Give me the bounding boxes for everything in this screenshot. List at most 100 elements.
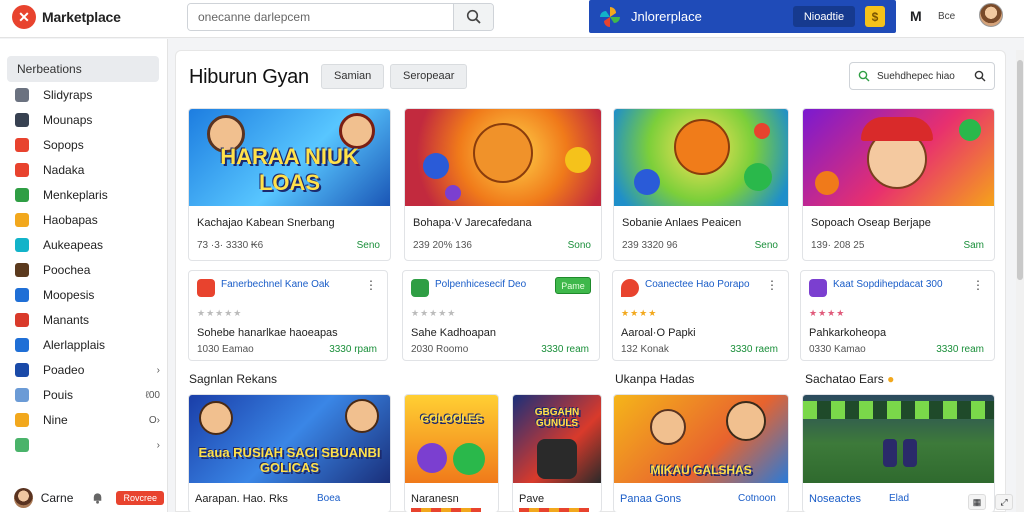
- sidebar-item-icon: [15, 113, 29, 127]
- sidebar-item-label: Poochea: [43, 263, 91, 277]
- sidebar-item[interactable]: Sopops: [15, 134, 160, 156]
- sidebar-item-icon: [15, 288, 29, 302]
- coin-icon: ●: [887, 372, 895, 386]
- sidebar-item[interactable]: Nadaka: [15, 159, 160, 181]
- sidebar-item-icon: [15, 138, 29, 152]
- listing-card[interactable]: Kaat Sopdihepdacat 300 ⋮ ★★★★ Pahkarkohe…: [800, 270, 995, 361]
- game-name: Panaa Gons: [620, 493, 682, 505]
- sidebar-item[interactable]: Menkeplaris: [15, 184, 160, 206]
- listing-title[interactable]: Coanectee Hao Porapo: [645, 279, 775, 291]
- sidebar-item[interactable]: Manants: [15, 309, 160, 331]
- content-search[interactable]: Suehdhepec hiao: [849, 62, 995, 90]
- get-button[interactable]: Pame: [555, 277, 591, 294]
- sidebar-item[interactable]: Moopesis: [15, 284, 160, 306]
- app-icon: [621, 279, 639, 297]
- avatar[interactable]: [979, 3, 1003, 27]
- featured-card[interactable]: HARAA NIUK LOAS Kachajao Kabean Snerbang…: [188, 108, 391, 261]
- sidebar-user[interactable]: Carne Rovcree: [14, 486, 164, 510]
- sidebar-header[interactable]: Nerbeations: [7, 56, 159, 82]
- featured-name: Kachajao Kabean Snerbang: [197, 217, 335, 229]
- sidebar-item[interactable]: Pouis ℓ00: [15, 384, 160, 406]
- featured-price: Sono: [567, 240, 591, 251]
- sidebar-item-icon: [15, 188, 29, 202]
- featured-name: Sobanie Anlaes Peaicen: [622, 217, 742, 229]
- user-label[interactable]: Bce: [938, 11, 955, 22]
- m-logo[interactable]: M: [910, 8, 922, 24]
- search-input[interactable]: [188, 4, 453, 30]
- featured-image: [803, 109, 994, 206]
- promo-banner[interactable]: Jnlorerplace Nioadtie $: [589, 0, 896, 33]
- sidebar-item[interactable]: ›: [15, 434, 160, 456]
- app-icon: [809, 279, 827, 297]
- sidebar-item-icon: [15, 388, 29, 402]
- sidebar-item-label: Alerlapplais: [43, 338, 106, 352]
- more-menu-icon[interactable]: ⋮: [972, 278, 984, 292]
- listing-title[interactable]: Fanerbechnel Kane Oak: [221, 279, 351, 291]
- sidebar-item-icon: [15, 413, 29, 427]
- game-sub: Boea: [317, 493, 341, 504]
- game-name: Naranesn: [411, 493, 459, 505]
- search-button[interactable]: [453, 4, 493, 30]
- sidebar-item[interactable]: Mounaps: [15, 109, 160, 131]
- more-menu-icon[interactable]: ⋮: [365, 278, 377, 292]
- listing-desc: Pahkarkoheopa: [809, 327, 887, 339]
- filter-chip[interactable]: Samian: [321, 64, 385, 89]
- sidebar-item[interactable]: Poochea: [15, 259, 160, 281]
- notification-badge[interactable]: Rovcree: [116, 491, 164, 505]
- game-card[interactable]: GBGAHN GUNULS Pave: [512, 394, 602, 512]
- featured-card[interactable]: Sobanie Anlaes Peaicen 239 3320 96 Seno: [613, 108, 789, 261]
- sidebar: Nerbeations Slidyraps Mounaps Sopops Nadaka…: [0, 39, 168, 512]
- listing-meta: 1030 Eamao: [197, 344, 254, 355]
- sidebar-item-icon: [15, 88, 29, 102]
- game-image: Eaua RUSIAH SACI SBUANBI GOLICAS: [189, 395, 390, 483]
- sidebar-item-icon: [15, 163, 29, 177]
- sidebar-item-label: Poadeo: [43, 363, 85, 377]
- sidebar-item-label: Haobapas: [43, 213, 98, 227]
- more-menu-icon[interactable]: ⋮: [766, 278, 778, 292]
- game-card[interactable]: Noseactes Elad: [802, 394, 995, 512]
- listing-title[interactable]: Kaat Sopdihepdacat 300: [833, 279, 963, 291]
- featured-card[interactable]: Bohapa·V Jarecafedana 239 20% 136 Sono: [404, 108, 602, 261]
- listing-price: 3330 ream: [541, 344, 589, 355]
- featured-image: HARAA NIUK LOAS: [189, 109, 390, 206]
- game-card[interactable]: MIKAU GALSHAS Panaa Gons Cotnoon: [613, 394, 789, 512]
- sidebar-item[interactable]: Haobapas: [15, 209, 160, 231]
- expand-icon[interactable]: ⤢: [995, 494, 1013, 510]
- featured-image: [614, 109, 788, 206]
- scrollbar[interactable]: [1016, 50, 1024, 512]
- listing-card[interactable]: Fanerbechnel Kane Oak ⋮ ★★★★★ Sohebe han…: [188, 270, 388, 361]
- search-icon: [858, 70, 870, 82]
- search-icon: [974, 70, 986, 82]
- game-card[interactable]: Eaua RUSIAH SACI SBUANBI GOLICAS Aarapan…: [188, 394, 391, 512]
- grid-icon[interactable]: ▦: [968, 494, 986, 510]
- scroll-thumb[interactable]: [1017, 60, 1023, 280]
- logo-icon: ✕: [12, 5, 36, 29]
- sidebar-item-icon: [15, 213, 29, 227]
- color-strip: [519, 508, 589, 512]
- sidebar-item-icon: [15, 438, 29, 452]
- bell-icon[interactable]: [91, 491, 104, 505]
- sidebar-item[interactable]: Alerlapplais: [15, 334, 160, 356]
- app-logo[interactable]: ✕ Marketplace: [12, 5, 121, 29]
- promo-button[interactable]: Nioadtie: [793, 6, 855, 27]
- sidebar-item[interactable]: Slidyraps: [15, 84, 160, 106]
- sidebar-item[interactable]: Poadeo ›: [15, 359, 160, 381]
- filter-chip[interactable]: Seropeaar: [390, 64, 468, 89]
- sidebar-item[interactable]: Aukeapeas: [15, 234, 160, 256]
- sidebar-item[interactable]: Nine O›: [15, 409, 160, 431]
- featured-meta: 139· 208 25: [811, 240, 865, 251]
- sidebar-item-icon: [15, 338, 29, 352]
- listing-card[interactable]: Polpenhicesecif Deo Pame ★★★★★ Sahe Kadh…: [402, 270, 600, 361]
- main-panel: Hiburun Gyan Samian Seropeaar Suehdhepec…: [175, 50, 1006, 512]
- listing-title[interactable]: Polpenhicesecif Deo: [435, 279, 565, 291]
- sidebar-item-label: Nine: [43, 413, 68, 427]
- featured-price: Seno: [356, 240, 380, 251]
- listing-meta: 132 Konak: [621, 344, 669, 355]
- listing-card[interactable]: Coanectee Hao Porapo ⋮ ★★★★ Aaroal·O Pap…: [612, 270, 789, 361]
- game-card[interactable]: GOLOOLES Naranesn: [404, 394, 499, 512]
- featured-card[interactable]: Sopoach Oseap Berjape 139· 208 25 Sam: [802, 108, 995, 261]
- rating-stars: ★★★★★: [411, 308, 457, 318]
- section-title: Ukanpa Hadas: [615, 372, 695, 386]
- coin-icon[interactable]: $: [865, 6, 885, 27]
- search-icon: [466, 9, 481, 24]
